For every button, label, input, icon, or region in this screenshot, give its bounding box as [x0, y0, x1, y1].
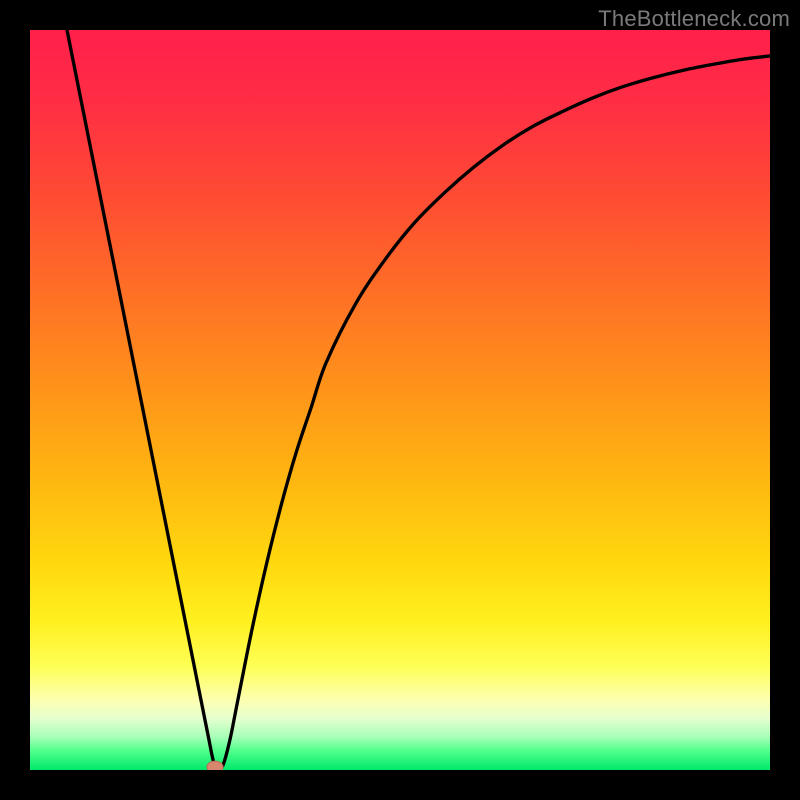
bottleneck-curve	[67, 30, 770, 770]
watermark-text: TheBottleneck.com	[598, 6, 790, 32]
curve-layer	[30, 30, 770, 770]
chart-frame: TheBottleneck.com	[0, 0, 800, 800]
minimum-marker	[207, 761, 223, 770]
plot-area	[30, 30, 770, 770]
